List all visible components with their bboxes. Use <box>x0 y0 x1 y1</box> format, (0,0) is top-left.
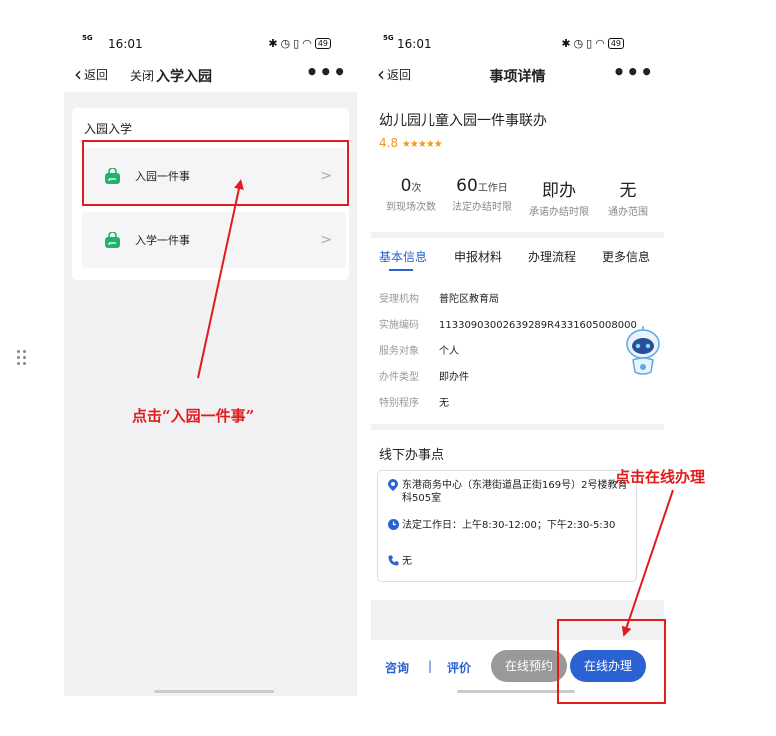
section-title: 线下办事点 <box>379 448 445 463</box>
status-time: 16:01 <box>108 37 143 51</box>
more-menu-icon[interactable]: ••• <box>613 60 654 84</box>
info-row: 服务对象 个人 <box>379 342 459 357</box>
info-value: 即办件 <box>439 372 469 383</box>
tab-underline <box>389 269 413 271</box>
right-phone-screen: 5G 16:01 ✱◷▯◠ 49 ‹ 返回 事项详情 ••• 幼儿园儿童入园一件事… <box>371 30 664 696</box>
back-button[interactable]: ‹ 返回 <box>74 62 109 86</box>
detail-tabs: 基本信息 申报材料 办理流程 更多信息 <box>371 232 664 272</box>
basic-info-panel: 受理机构 普陀区教育局 实施编码 11330903002639289R4331605… <box>371 276 664 418</box>
chevron-right-icon: > <box>320 232 332 248</box>
stat-label: 到现场次数 <box>386 202 436 213</box>
status-time: 16:01 <box>397 37 432 51</box>
office-phone: 无 <box>388 555 628 570</box>
status-bar: 5G 16:01 ✱◷▯◠ 49 <box>371 30 664 58</box>
instruction-click-kindergarten: 点击“入园一件事” <box>132 407 255 425</box>
clock-icon <box>388 519 402 534</box>
back-label: 返回 <box>84 67 109 82</box>
stat-legal-limit: 60工作日 法定办结时限 <box>447 176 517 213</box>
info-key: 特别程序 <box>379 398 419 409</box>
stat-label: 法定办结时限 <box>452 202 512 213</box>
left-phone-screen: 5G 16:01 ✱◷▯◠ 49 ‹ 返回 关闭 入学入园 ••• 入园入学 入园… <box>64 30 357 696</box>
office-card: 东港商务中心（东港街道昌正街169号）2号楼教育科505室 法定工作日：上午8:… <box>377 470 637 582</box>
wifi-icon: ◠ <box>595 37 608 50</box>
school-bag-icon <box>105 231 120 248</box>
bottom-separator: | <box>428 659 433 673</box>
rating-score: 4.8 <box>379 136 399 150</box>
home-indicator <box>154 690 274 693</box>
stat-value: 60 <box>456 176 478 196</box>
tab-basic-info[interactable]: 基本信息 <box>379 248 427 265</box>
service-title: 幼儿园儿童入园一件事联办 <box>379 113 547 129</box>
review-button[interactable]: 评价 <box>447 659 471 676</box>
nav-bar: ‹ 返回 事项详情 ••• <box>371 58 664 92</box>
assistant-robot-icon[interactable] <box>623 326 663 382</box>
stat-value: 无 <box>619 181 637 201</box>
info-key: 实施编码 <box>379 320 419 331</box>
stat-value: 即办 <box>542 181 576 201</box>
alarm-icon: ◷ <box>573 37 587 50</box>
office-hours-text: 法定工作日：上午8:30-12:00；下午2:30-5:30 <box>402 520 616 531</box>
stat-visits: 0次 到现场次数 <box>376 176 446 213</box>
info-value: 个人 <box>439 346 459 357</box>
vibrate-icon: ▯ <box>586 37 596 50</box>
tab-materials[interactable]: 申报材料 <box>454 248 502 265</box>
signal-icon: 5G <box>82 34 93 42</box>
more-menu-icon[interactable]: ••• <box>306 60 347 84</box>
wifi-icon: ◠ <box>302 37 315 50</box>
stat-label: 通办范围 <box>608 207 648 218</box>
chevron-left-icon: ‹ <box>74 62 82 86</box>
list-item-school[interactable]: 入学一件事 > <box>82 212 346 268</box>
info-row: 办件类型 即办件 <box>379 368 469 383</box>
info-value: 无 <box>439 398 449 409</box>
tab-more-info[interactable]: 更多信息 <box>602 248 650 265</box>
list-item-label: 入学一件事 <box>135 234 190 247</box>
status-icons: ✱◷▯◠ 49 <box>268 37 331 50</box>
service-stats: 0次 到现场次数 60工作日 法定办结时限 即办 承诺办结时限 无 通办范围 <box>371 176 664 222</box>
office-phone-text: 无 <box>402 556 412 567</box>
info-key: 受理机构 <box>379 294 419 305</box>
info-value: 11330903002639289R4331605008000 <box>439 320 637 331</box>
stat-label: 承诺办结时限 <box>529 207 589 218</box>
info-row: 实施编码 11330903002639289R4331605008000 <box>379 316 637 331</box>
battery-icon: 49 <box>314 38 331 49</box>
drag-handle-icon[interactable] <box>17 350 27 368</box>
online-reserve-button[interactable]: 在线预约 <box>491 650 567 682</box>
highlight-box-kindergarten <box>82 140 349 206</box>
battery-icon: 49 <box>607 38 624 49</box>
rating: 4.8 ★★★★★ <box>379 136 443 150</box>
signal-icon: 5G <box>383 34 394 42</box>
office-address: 东港商务中心（东港街道昌正街169号）2号楼教育科505室 <box>388 479 628 505</box>
office-address-text: 东港商务中心（东港街道昌正街169号）2号楼教育科505室 <box>402 480 628 504</box>
nav-bar: ‹ 返回 关闭 入学入园 ••• <box>64 58 357 92</box>
stat-scope: 无 通办范围 <box>593 176 663 218</box>
card-title: 入园入学 <box>84 122 133 136</box>
bluetooth-icon: ✱ <box>561 37 574 50</box>
info-key: 服务对象 <box>379 346 419 357</box>
phone-icon <box>388 555 402 570</box>
consult-button[interactable]: 咨询 <box>385 659 409 676</box>
info-row: 特别程序 无 <box>379 394 449 409</box>
rating-stars-icon: ★★★★★ <box>401 139 443 150</box>
bluetooth-icon: ✱ <box>268 37 281 50</box>
offline-office-section: 线下办事点 东港商务中心（东港街道昌正街169号）2号楼教育科505室 法定工作… <box>371 424 664 600</box>
vibrate-icon: ▯ <box>293 37 303 50</box>
info-key: 办件类型 <box>379 372 419 383</box>
stat-promised-limit: 即办 承诺办结时限 <box>524 176 594 218</box>
info-value: 普陀区教育局 <box>439 294 499 305</box>
location-pin-icon <box>388 479 402 505</box>
highlight-box-online-apply <box>557 619 666 704</box>
office-hours: 法定工作日：上午8:30-12:00；下午2:30-5:30 <box>388 519 628 534</box>
status-icons: ✱◷▯◠ 49 <box>561 37 624 50</box>
stat-unit: 工作日 <box>477 183 508 194</box>
stat-value: 0 <box>400 176 412 196</box>
status-bar: 5G 16:01 ✱◷▯◠ 49 <box>64 30 357 58</box>
alarm-icon: ◷ <box>280 37 294 50</box>
page-title: 入学入园 <box>156 69 212 85</box>
info-row: 受理机构 普陀区教育局 <box>379 290 499 305</box>
stat-unit: 次 <box>411 183 422 194</box>
instruction-click-online-apply: 点击在线办理 <box>615 468 706 486</box>
service-header: 幼儿园儿童入园一件事联办 4.8 ★★★★★ 0次 到现场次数 60工作日 法定… <box>371 92 664 222</box>
tab-process[interactable]: 办理流程 <box>528 248 576 265</box>
